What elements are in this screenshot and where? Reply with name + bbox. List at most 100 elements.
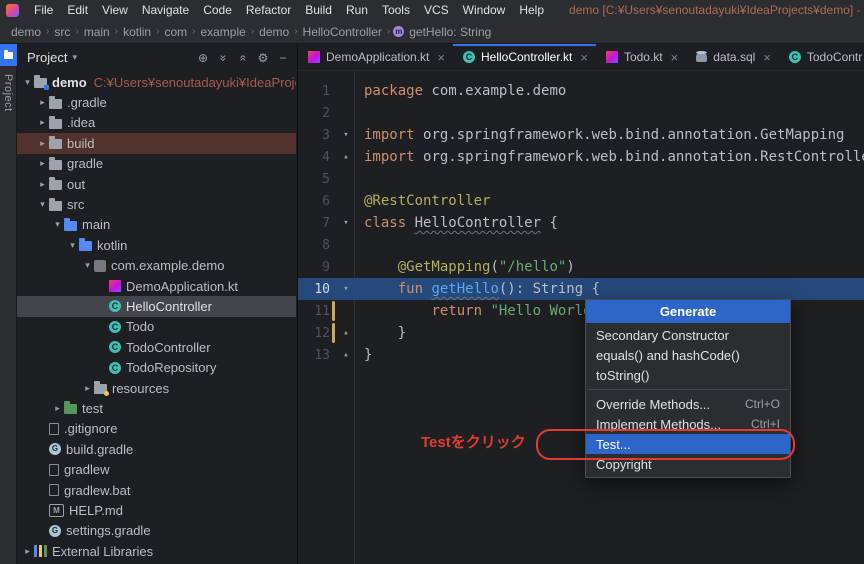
- project-tool-button[interactable]: [0, 44, 17, 66]
- code-line-8[interactable]: 8: [298, 234, 864, 256]
- chevron-down-icon[interactable]: ▾: [21, 77, 34, 88]
- tab-close-icon[interactable]: ×: [763, 50, 771, 65]
- tree-item-todo[interactable]: C Todo: [17, 317, 296, 337]
- code-line-10[interactable]: 10 ▾ fun getHello(): String {: [298, 278, 864, 300]
- editor-tab-hellocontroller-kt[interactable]: C HelloController.kt ×: [452, 44, 596, 70]
- tree-item-gradlew[interactable]: gradlew: [17, 459, 296, 479]
- tree-item-hellocontroller[interactable]: C HelloController: [17, 296, 296, 317]
- breadcrumb-com-4[interactable]: com: [162, 25, 189, 39]
- tree-item-gradlew-bat[interactable]: gradlew.bat: [17, 480, 296, 500]
- menu-help[interactable]: Help: [512, 3, 551, 17]
- tree-item-idea[interactable]: ▸ .idea: [17, 113, 296, 133]
- tab-close-icon[interactable]: ×: [671, 50, 679, 65]
- menu-edit[interactable]: Edit: [60, 3, 95, 17]
- breadcrumb-src-1[interactable]: src: [52, 25, 72, 39]
- fold-marker-icon[interactable]: ▴: [338, 350, 354, 360]
- tree-item-todorepository[interactable]: C TodoRepository: [17, 357, 296, 377]
- code-line-1[interactable]: 1 package com.example.demo: [298, 80, 864, 102]
- menubar-items: File Edit View Navigate Code Refactor Build Run…: [27, 3, 551, 17]
- fold-marker-icon[interactable]: ▾: [338, 130, 354, 140]
- tree-item-demo[interactable]: ▾ demo C:¥Users¥senoutadayuki¥IdeaProjects…: [17, 72, 296, 92]
- tree-item-src[interactable]: ▾ src: [17, 194, 296, 214]
- breadcrumb-demo-0[interactable]: demo: [9, 25, 43, 39]
- tree-item-gradle[interactable]: ▸ .gradle: [17, 92, 296, 112]
- editor-tab-todocontr[interactable]: CTodoContr×: [779, 44, 864, 70]
- chevron-down-icon[interactable]: ▾: [81, 260, 94, 271]
- tree-item-build-gradle[interactable]: Gbuild.gradle: [17, 439, 296, 459]
- chevron-down-icon[interactable]: ▾: [36, 199, 49, 210]
- collapse-all-icon[interactable]: «: [233, 51, 253, 65]
- generate-item-override-methods[interactable]: Override Methods... Ctrl+O: [586, 394, 790, 414]
- chevron-right-icon[interactable]: ▸: [36, 117, 49, 128]
- tree-item-build[interactable]: ▸ build: [17, 133, 296, 154]
- settings-icon[interactable]: ⚙: [253, 51, 273, 65]
- editor-tab-demoapplication-kt[interactable]: DemoApplication.kt ×: [298, 44, 453, 70]
- chevron-right-icon[interactable]: ▸: [21, 546, 34, 557]
- breadcrumb-kotlin-3[interactable]: kotlin: [121, 25, 153, 39]
- chevron-right-icon[interactable]: ▸: [36, 158, 49, 169]
- tree-item-settings-gradle[interactable]: Gsettings.gradle: [17, 521, 296, 541]
- panel-title[interactable]: Project: [27, 50, 67, 65]
- menu-tools[interactable]: Tools: [375, 3, 417, 17]
- chevron-right-icon[interactable]: ▸: [36, 179, 49, 190]
- menu-view[interactable]: View: [95, 3, 135, 17]
- menu-refactor[interactable]: Refactor: [239, 3, 298, 17]
- generate-item-equals-and-hashcode[interactable]: equals() and hashCode(): [586, 345, 790, 365]
- code-line-2[interactable]: 2: [298, 102, 864, 124]
- editor-tab-data-sql[interactable]: data.sql ×: [686, 44, 779, 70]
- chevron-down-icon[interactable]: ▾: [66, 240, 79, 251]
- breadcrumb-demo-6[interactable]: demo: [257, 25, 291, 39]
- breadcrumb-example-5[interactable]: example: [198, 25, 247, 39]
- fold-marker-icon[interactable]: ▾: [338, 284, 354, 294]
- code-line-7[interactable]: 7 ▾ class HelloController {: [298, 212, 864, 234]
- menu-build[interactable]: Build: [298, 3, 339, 17]
- menu-code[interactable]: Code: [196, 3, 239, 17]
- code-line-6[interactable]: 6 @RestController: [298, 190, 864, 212]
- hide-icon[interactable]: −: [273, 51, 293, 65]
- tree-item-external-libraries[interactable]: ▸ External Libraries: [17, 541, 296, 561]
- tree-item-main[interactable]: ▾ main: [17, 215, 296, 235]
- breadcrumb-hellocontroller-7[interactable]: HelloController: [301, 25, 384, 39]
- menu-file[interactable]: File: [27, 3, 60, 17]
- expand-all-icon[interactable]: »: [213, 51, 233, 65]
- chevron-right-icon[interactable]: ▸: [36, 138, 49, 149]
- generate-item-implement-methods[interactable]: Implement Methods... Ctrl+I: [586, 414, 790, 434]
- breadcrumb-method[interactable]: m getHello: String: [393, 25, 491, 39]
- generate-item-test[interactable]: Test...: [586, 434, 790, 454]
- tree-item-help-md[interactable]: M HELP.md: [17, 500, 296, 520]
- tree-item-com-example-demo[interactable]: ▾ com.example.demo: [17, 256, 296, 276]
- chevron-down-icon[interactable]: ▾: [51, 219, 64, 230]
- tree-item-todocontroller[interactable]: C TodoController: [17, 337, 296, 357]
- tree-item-test[interactable]: ▸ test: [17, 398, 296, 418]
- code-line-9[interactable]: 9 @GetMapping("/hello"): [298, 256, 864, 278]
- tab-close-icon[interactable]: ×: [580, 50, 588, 65]
- tree-item-out[interactable]: ▸ out: [17, 174, 296, 194]
- tree-item-gitignore[interactable]: .gitignore: [17, 419, 296, 439]
- breadcrumb-main-2[interactable]: main: [82, 25, 112, 39]
- menu-run[interactable]: Run: [339, 3, 375, 17]
- menu-vcs[interactable]: VCS: [417, 3, 456, 17]
- generate-item-copyright[interactable]: Copyright: [586, 454, 790, 474]
- gradle-icon: G: [49, 524, 61, 537]
- chevron-right-icon[interactable]: ▸: [51, 403, 64, 414]
- code-line-5[interactable]: 5: [298, 168, 864, 190]
- menu-window[interactable]: Window: [456, 3, 513, 17]
- fold-marker-icon[interactable]: ▾: [338, 218, 354, 228]
- tree-item-demoapplication-kt[interactable]: DemoApplication.kt: [17, 276, 296, 296]
- code-text: import org.springframework.web.bind.anno…: [364, 149, 864, 165]
- menu-navigate[interactable]: Navigate: [135, 3, 196, 17]
- fold-marker-icon[interactable]: ▴: [338, 152, 354, 162]
- tab-close-icon[interactable]: ×: [437, 50, 445, 65]
- generate-item-secondary-constructor[interactable]: Secondary Constructor: [586, 325, 790, 345]
- tree-item-resources[interactable]: ▸ resources: [17, 378, 296, 398]
- generate-item-tostring[interactable]: toString(): [586, 365, 790, 385]
- chevron-right-icon[interactable]: ▸: [36, 97, 49, 108]
- tree-item-kotlin[interactable]: ▾ kotlin: [17, 235, 296, 255]
- locate-icon[interactable]: ⊕: [193, 51, 213, 65]
- tree-item-gradle[interactable]: ▸ gradle: [17, 154, 296, 174]
- fold-marker-icon[interactable]: ▴: [338, 328, 354, 338]
- code-line-3[interactable]: 3 ▾ import org.springframework.web.bind.an…: [298, 124, 864, 146]
- code-line-4[interactable]: 4 ▴ import org.springframework.web.bind.an…: [298, 146, 864, 168]
- chevron-right-icon[interactable]: ▸: [81, 383, 94, 394]
- editor-tab-todo-kt[interactable]: Todo.kt ×: [596, 44, 686, 70]
